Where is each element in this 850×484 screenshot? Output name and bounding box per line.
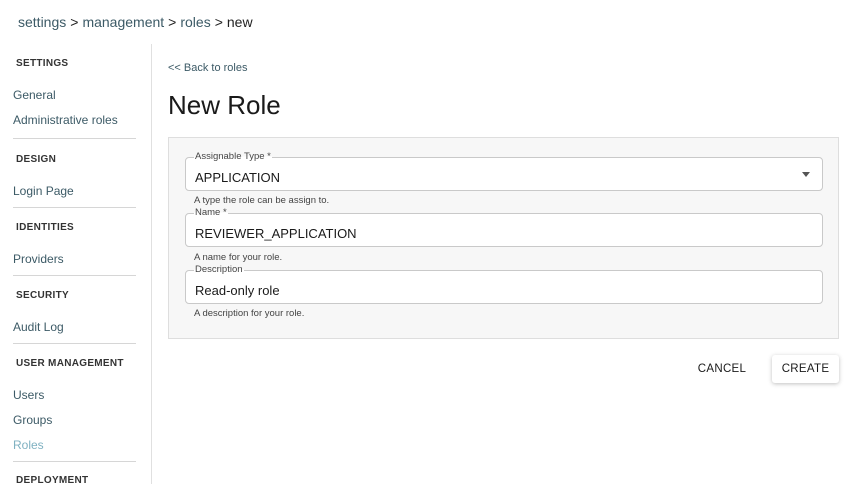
sidebar-divider — [13, 461, 136, 462]
breadcrumb-new: new — [226, 14, 253, 30]
sidebar-item-roles[interactable]: Roles — [13, 438, 44, 452]
sidebar-item-providers[interactable]: Providers — [13, 252, 64, 266]
assignable-type-value: APPLICATION — [195, 170, 281, 185]
sidebar-divider — [13, 207, 136, 208]
sidebar-divider — [13, 275, 136, 276]
breadcrumb-separator: > — [70, 14, 79, 30]
name-value: REVIEWER_APPLICATION — [195, 226, 357, 241]
breadcrumb: settings > management > roles > new — [18, 14, 253, 30]
assignable-type-label: Assignable Type * — [194, 151, 272, 162]
description-label: Description — [194, 264, 244, 275]
sidebar-heading-security: SECURITY — [16, 290, 69, 301]
sidebar: SETTINGS General Administrative roles DE… — [0, 44, 152, 484]
sidebar-divider — [13, 343, 136, 344]
breadcrumb-separator: > — [214, 14, 223, 30]
name-helper: A name for your role. — [194, 252, 283, 263]
assignable-type-helper: A type the role can be assign to. — [194, 195, 330, 206]
sidebar-heading-design: DESIGN — [16, 154, 57, 165]
description-field[interactable]: Description Read-only role — [185, 264, 823, 304]
back-to-roles-link[interactable]: << Back to roles — [168, 62, 248, 74]
chevron-down-icon[interactable] — [802, 172, 810, 177]
sidebar-heading-user-management: USER MANAGEMENT — [16, 358, 124, 369]
role-form: Assignable Type * APPLICATION A type the… — [168, 137, 839, 339]
breadcrumb-separator: > — [168, 14, 177, 30]
sidebar-item-groups[interactable]: Groups — [13, 413, 52, 427]
name-label: Name * — [194, 207, 228, 218]
description-helper: A description for your role. — [194, 308, 305, 319]
sidebar-heading-identities: IDENTITIES — [16, 222, 75, 233]
description-value: Read-only role — [195, 283, 280, 298]
cancel-button[interactable]: CANCEL — [690, 355, 754, 383]
create-button[interactable]: CREATE — [772, 355, 839, 383]
sidebar-item-users[interactable]: Users — [13, 388, 44, 402]
assignable-type-select[interactable]: Assignable Type * APPLICATION — [185, 151, 823, 191]
sidebar-item-audit-log[interactable]: Audit Log — [13, 320, 64, 334]
breadcrumb-management[interactable]: management — [82, 14, 164, 30]
breadcrumb-settings[interactable]: settings — [18, 14, 66, 30]
sidebar-item-administrative-roles[interactable]: Administrative roles — [13, 113, 118, 127]
name-field[interactable]: Name * REVIEWER_APPLICATION — [185, 207, 823, 247]
breadcrumb-roles[interactable]: roles — [180, 14, 210, 30]
sidebar-heading-deployment: DEPLOYMENT — [16, 475, 89, 484]
page-title: New Role — [168, 90, 281, 120]
sidebar-item-login-page[interactable]: Login Page — [13, 184, 74, 198]
sidebar-divider — [13, 138, 136, 139]
sidebar-heading-settings: SETTINGS — [16, 58, 69, 69]
sidebar-item-general[interactable]: General — [13, 88, 56, 102]
